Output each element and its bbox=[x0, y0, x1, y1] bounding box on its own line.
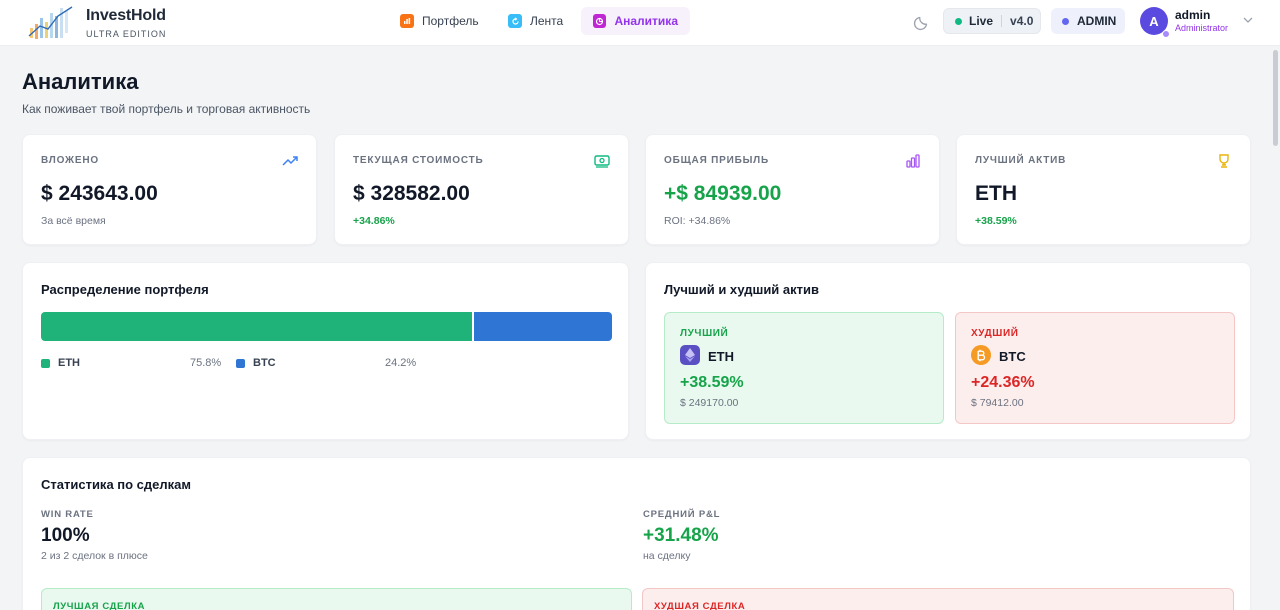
trophy-icon bbox=[1219, 154, 1229, 168]
bitcoin-icon bbox=[971, 345, 991, 365]
best-worst-title: Лучший и худший актив bbox=[664, 282, 819, 297]
analytics-icon bbox=[593, 14, 607, 28]
role-badge-label: ADMIN bbox=[1077, 14, 1117, 28]
tab-portfolio-label: Портфель bbox=[422, 14, 479, 28]
tab-analytics-label: Аналитика bbox=[614, 14, 678, 28]
app-edition: ULTRA EDITION bbox=[86, 29, 167, 39]
role-badge: ADMIN bbox=[1051, 8, 1125, 34]
best-deal-label: ЛУЧШАЯ СДЕЛКА bbox=[53, 601, 146, 610]
live-status-badge: Live v4.0 bbox=[943, 8, 1041, 34]
role-dot-icon bbox=[1062, 17, 1069, 25]
live-label: Live bbox=[969, 14, 994, 28]
stat-note: +38.59% bbox=[975, 215, 1017, 227]
scrollbar[interactable] bbox=[1270, 46, 1280, 610]
trade-stats-title: Статистика по сделкам bbox=[41, 477, 192, 492]
asset-change: +24.36% bbox=[971, 374, 1035, 391]
best-asset-box[interactable]: ЛУЧШИЙ ETH +38.59% $ 249170.00 bbox=[664, 312, 944, 424]
trade-stats-card: Статистика по сделкам WIN RATE 100% 2 из… bbox=[22, 457, 1251, 610]
stat-value: $ 328582.00 bbox=[353, 182, 470, 205]
page-title: Аналитика bbox=[22, 69, 139, 94]
scrollbar-thumb[interactable] bbox=[1273, 50, 1278, 146]
trending-up-icon bbox=[282, 156, 298, 166]
legend-name: ETH bbox=[58, 357, 80, 369]
worst-deal-label: ХУДШАЯ СДЕЛКА bbox=[654, 601, 746, 610]
tab-feed[interactable]: Лента bbox=[496, 7, 575, 35]
stat-value: +$ 84939.00 bbox=[664, 182, 782, 205]
divider bbox=[1001, 15, 1003, 27]
ethereum-icon bbox=[680, 345, 700, 365]
asset-amount: $ 249170.00 bbox=[680, 397, 739, 409]
logo-icon bbox=[28, 6, 73, 39]
worst-asset-box[interactable]: ХУДШИЙ BTC +24.36% $ 79412.00 bbox=[955, 312, 1235, 424]
legend-percent: 75.8% bbox=[190, 357, 222, 369]
best-deal-box[interactable]: ЛУЧШАЯ СДЕЛКА bbox=[41, 588, 632, 610]
moon-icon[interactable] bbox=[913, 13, 931, 31]
best-worst-card: Лучший и худший актив ЛУЧШИЙ ETH +38.59%… bbox=[645, 262, 1251, 440]
stat-card-current-value: ТЕКУЩАЯ СТОИМОСТЬ $ 328582.00 +34.86% bbox=[334, 134, 629, 245]
win-rate-note: 2 из 2 сделок в плюсе bbox=[41, 550, 148, 562]
legend-percent: 24.2% bbox=[385, 357, 417, 369]
allocation-title: Распределение портфеля bbox=[41, 282, 209, 297]
allocation-bar bbox=[41, 312, 612, 341]
stat-note: За всё время bbox=[41, 215, 106, 227]
feed-icon bbox=[508, 14, 522, 28]
avg-pnl-label: СРЕДНИЙ P&L bbox=[643, 509, 721, 520]
stat-card-total-profit: ОБЩАЯ ПРИБЫЛЬ +$ 84939.00 ROI: +34.86% bbox=[645, 134, 940, 245]
stat-card-invested: ВЛОЖЕНО $ 243643.00 За всё время bbox=[22, 134, 317, 245]
version-label: v4.0 bbox=[1010, 14, 1034, 28]
stat-label: ВЛОЖЕНО bbox=[41, 155, 99, 166]
legend-swatch bbox=[41, 358, 50, 368]
tab-portfolio[interactable]: Портфель bbox=[388, 7, 491, 35]
stat-label: ОБЩАЯ ПРИБЫЛЬ bbox=[664, 155, 769, 166]
win-rate-label: WIN RATE bbox=[41, 509, 94, 520]
cash-icon bbox=[594, 155, 610, 168]
portfolio-icon bbox=[400, 14, 414, 28]
stat-note: ROI: +34.86% bbox=[664, 215, 731, 227]
tab-analytics[interactable]: Аналитика bbox=[581, 7, 690, 35]
asset-symbol: ETH bbox=[708, 349, 734, 364]
win-rate-value: 100% bbox=[41, 525, 90, 546]
asset-kind-label: ЛУЧШИЙ bbox=[680, 328, 729, 339]
bar-chart-icon bbox=[906, 154, 920, 168]
stat-label: ЛУЧШИЙ АКТИВ bbox=[975, 155, 1067, 166]
stat-label: ТЕКУЩАЯ СТОИМОСТЬ bbox=[353, 155, 484, 166]
asset-symbol: BTC bbox=[999, 349, 1026, 364]
page-subtitle: Как поживает твой портфель и торговая ак… bbox=[22, 102, 311, 116]
asset-amount: $ 79412.00 bbox=[971, 397, 1024, 409]
avatar-status-dot bbox=[1162, 30, 1170, 38]
user-role: Administrator bbox=[1175, 23, 1229, 33]
legend-name: BTC bbox=[253, 357, 276, 369]
allocation-card: Распределение портфеля ETH 75.8% BTC 24.… bbox=[22, 262, 629, 440]
live-dot-icon bbox=[955, 17, 962, 25]
legend-swatch bbox=[236, 358, 245, 368]
stat-card-best-asset: ЛУЧШИЙ АКТИВ ETH +38.59% bbox=[956, 134, 1251, 245]
allocation-segment-btc[interactable] bbox=[473, 312, 612, 341]
avg-pnl-note: на сделку bbox=[643, 550, 691, 562]
avg-pnl-value: +31.48% bbox=[643, 525, 719, 546]
legend-item-btc: BTC bbox=[236, 357, 276, 369]
stat-note: +34.86% bbox=[353, 215, 395, 227]
legend-item-eth: ETH bbox=[41, 357, 80, 369]
user-name[interactable]: admin bbox=[1175, 8, 1210, 22]
worst-deal-box[interactable]: ХУДШАЯ СДЕЛКА bbox=[642, 588, 1234, 610]
app-name: InvestHold bbox=[86, 7, 166, 24]
top-header: InvestHold ULTRA EDITION Портфель Лента … bbox=[0, 0, 1280, 46]
tab-feed-label: Лента bbox=[530, 14, 564, 28]
chevron-down-icon[interactable] bbox=[1242, 14, 1254, 26]
stat-value: $ 243643.00 bbox=[41, 182, 158, 205]
allocation-segment-eth[interactable] bbox=[41, 312, 474, 341]
asset-change: +38.59% bbox=[680, 374, 744, 391]
asset-kind-label: ХУДШИЙ bbox=[971, 328, 1019, 339]
stat-value: ETH bbox=[975, 182, 1017, 205]
